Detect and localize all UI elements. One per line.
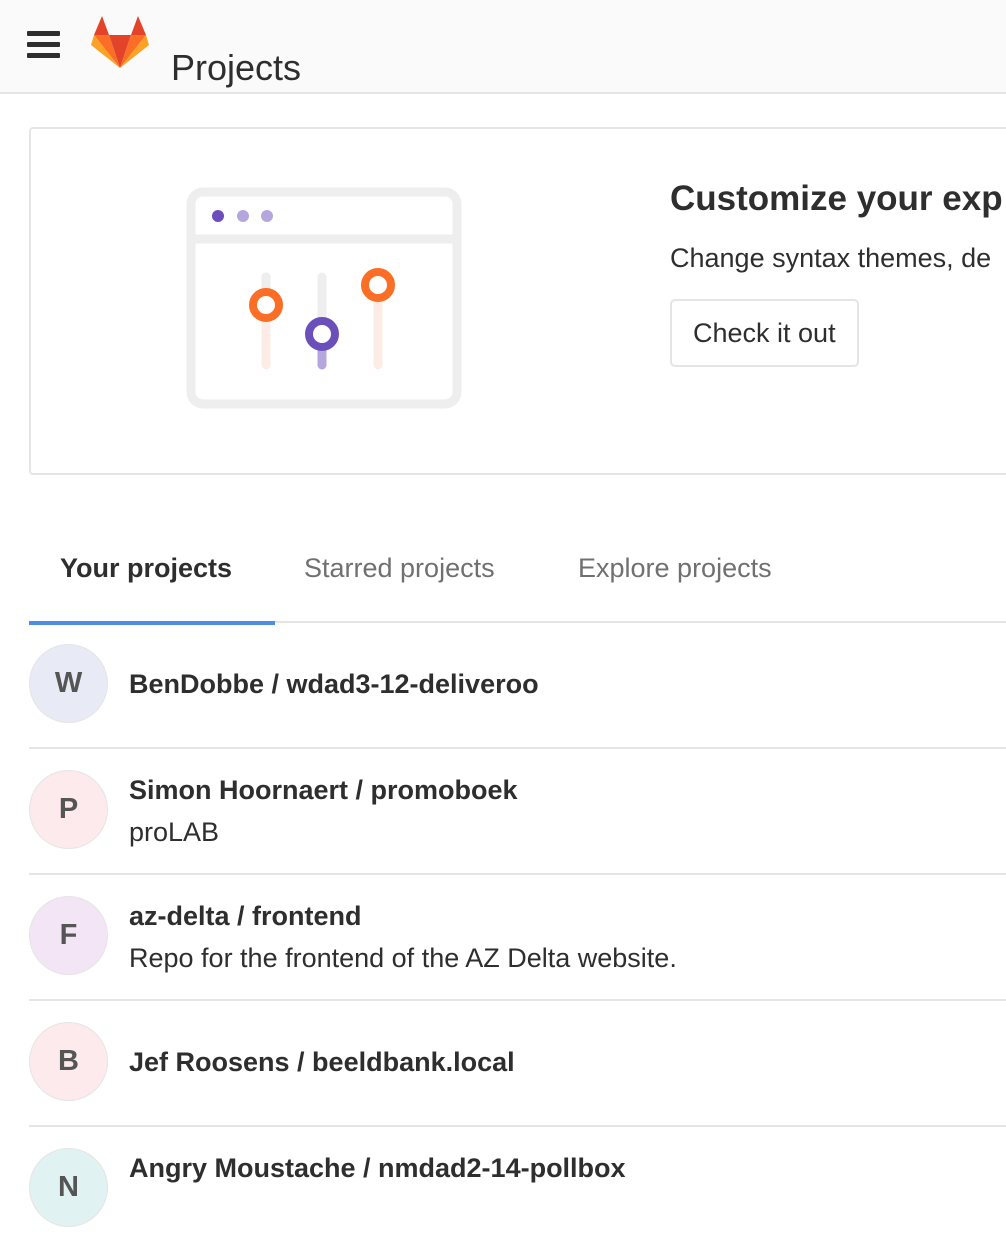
tab-starred-projects[interactable]: Starred projects	[304, 530, 495, 623]
projects-tabs: Your projects Starred projects Explore p…	[28, 530, 1006, 625]
project-list: W BenDobbe / wdad3-12-deliveroo P Simon …	[29, 623, 1006, 1253]
project-row[interactable]: W BenDobbe / wdad3-12-deliveroo	[29, 623, 1006, 749]
project-name-link[interactable]: Jef Roosens / beeldbank.local	[129, 1047, 515, 1078]
tab-explore-projects[interactable]: Explore projects	[578, 530, 772, 623]
callout-description: Change syntax themes, de	[670, 243, 992, 273]
project-description: Repo for the frontend of the AZ Delta we…	[129, 943, 677, 973]
project-description: proLAB	[129, 817, 220, 847]
project-row[interactable]: N Angry Moustache / nmdad2-14-pollbox	[29, 1127, 1006, 1253]
project-avatar[interactable]: F	[29, 896, 108, 975]
preferences-sliders-illustration	[186, 187, 462, 409]
project-name-link[interactable]: BenDobbe / wdad3-12-deliveroo	[129, 669, 539, 700]
hamburger-menu-icon[interactable]	[27, 31, 60, 59]
project-avatar[interactable]: B	[29, 1022, 108, 1101]
project-row[interactable]: B Jef Roosens / beeldbank.local	[29, 1001, 1006, 1127]
top-navbar: Projects	[0, 0, 1006, 94]
gitlab-logo-icon[interactable]	[90, 14, 150, 70]
project-name-link[interactable]: az-delta / frontend	[129, 901, 362, 932]
project-name-link[interactable]: Angry Moustache / nmdad2-14-pollbox	[129, 1153, 626, 1184]
project-row[interactable]: F az-delta / frontend Repo for the front…	[29, 875, 1006, 1001]
project-name-link[interactable]: Simon Hoornaert / promoboek	[129, 775, 518, 806]
callout-title: Customize your exp	[670, 179, 1003, 218]
tab-your-projects[interactable]: Your projects	[28, 530, 276, 625]
customize-experience-callout: Customize your exp Change syntax themes,…	[29, 127, 1006, 475]
check-it-out-button[interactable]: Check it out	[670, 299, 859, 367]
project-avatar[interactable]: P	[29, 770, 108, 849]
page-title: Projects	[171, 47, 302, 89]
project-avatar[interactable]: N	[29, 1148, 108, 1227]
project-avatar[interactable]: W	[29, 644, 108, 723]
project-row[interactable]: P Simon Hoornaert / promoboek proLAB	[29, 749, 1006, 875]
